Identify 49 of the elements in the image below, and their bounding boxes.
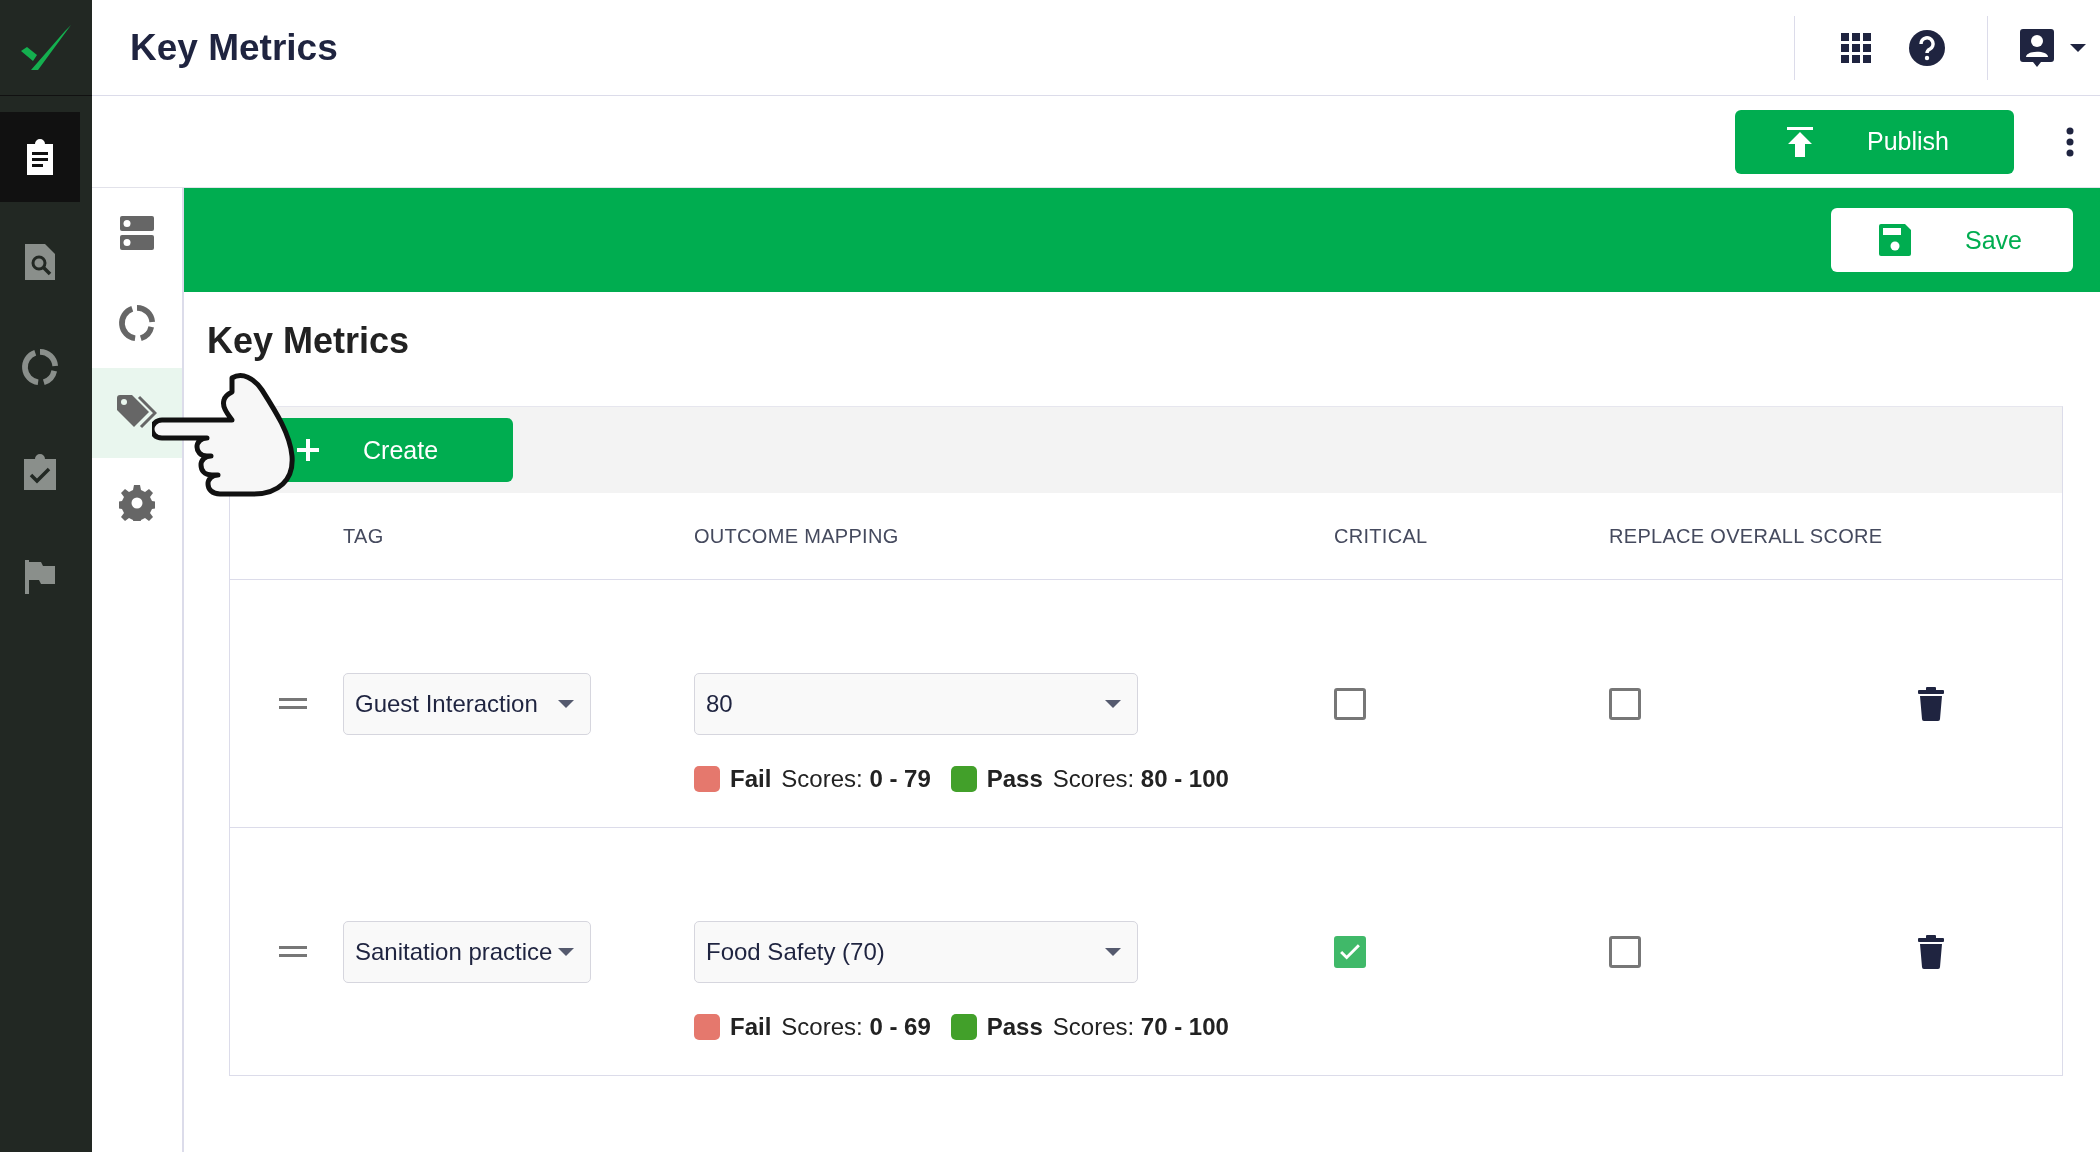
clipboard-icon xyxy=(24,139,56,175)
caret-icon xyxy=(1105,699,1121,708)
document-search-icon xyxy=(25,244,55,280)
ring-chart-icon xyxy=(21,348,59,386)
apps-grid-icon[interactable] xyxy=(1841,32,1871,63)
tags-icon xyxy=(117,395,157,431)
caret-icon xyxy=(2070,43,2086,52)
outcome-mapping-dropdown[interactable]: 80 xyxy=(694,672,1138,735)
critical-checkbox[interactable] xyxy=(1334,687,1366,720)
outcome-label: Fail xyxy=(730,1012,772,1041)
user-badge-icon xyxy=(2020,28,2054,67)
ring-chart-icon xyxy=(118,304,156,342)
plus-icon xyxy=(297,439,319,461)
tag-dropdown[interactable]: Guest Interaction xyxy=(343,672,591,735)
outcome-label: Pass xyxy=(986,1012,1043,1041)
help-icon[interactable] xyxy=(1909,29,1945,66)
section-title: Key Metrics xyxy=(207,320,411,362)
drag-handle-icon[interactable] xyxy=(278,697,307,710)
tag-dropdown[interactable]: Sanitation practice xyxy=(343,920,591,983)
replace-score-checkbox[interactable] xyxy=(1609,687,1641,720)
stacked-sections-icon xyxy=(120,216,154,250)
score-range: Scores: 80 - 100 xyxy=(1052,764,1229,793)
column-header: REPLACE OVERALL SCORE xyxy=(1609,524,1883,548)
delete-icon[interactable] xyxy=(1918,686,1944,721)
page-title: Key Metrics xyxy=(130,26,338,69)
drag-handle-icon[interactable] xyxy=(278,945,307,958)
caret-icon xyxy=(558,699,574,708)
column-header: OUTCOME MAPPING xyxy=(694,524,899,548)
outcome-label: Pass xyxy=(986,764,1043,793)
checkmark-icon xyxy=(1340,943,1360,960)
replace-score-checkbox[interactable] xyxy=(1609,935,1641,968)
settings-icon xyxy=(119,485,155,521)
column-header: CRITICAL xyxy=(1334,524,1428,548)
upload-icon xyxy=(1787,126,1813,157)
more-options-icon[interactable] xyxy=(2066,126,2074,157)
outcome-label: Fail xyxy=(730,764,772,793)
critical-checkbox[interactable] xyxy=(1334,935,1366,968)
score-range: Scores: 0 - 69 xyxy=(781,1012,931,1041)
section-nav-item[interactable] xyxy=(92,368,182,458)
delete-icon[interactable] xyxy=(1918,934,1944,969)
score-range: Scores: 70 - 100 xyxy=(1052,1012,1229,1041)
caret-icon xyxy=(1105,947,1121,956)
caret-icon xyxy=(558,947,574,956)
score-range: Scores: 0 - 79 xyxy=(781,764,931,793)
rail-nav-item[interactable] xyxy=(0,112,80,202)
column-header: TAG xyxy=(343,524,384,548)
flag-icon xyxy=(25,560,55,594)
outcome-mapping-dropdown[interactable]: Food Safety (70) xyxy=(694,920,1138,983)
clipboard-check-icon xyxy=(24,454,56,490)
